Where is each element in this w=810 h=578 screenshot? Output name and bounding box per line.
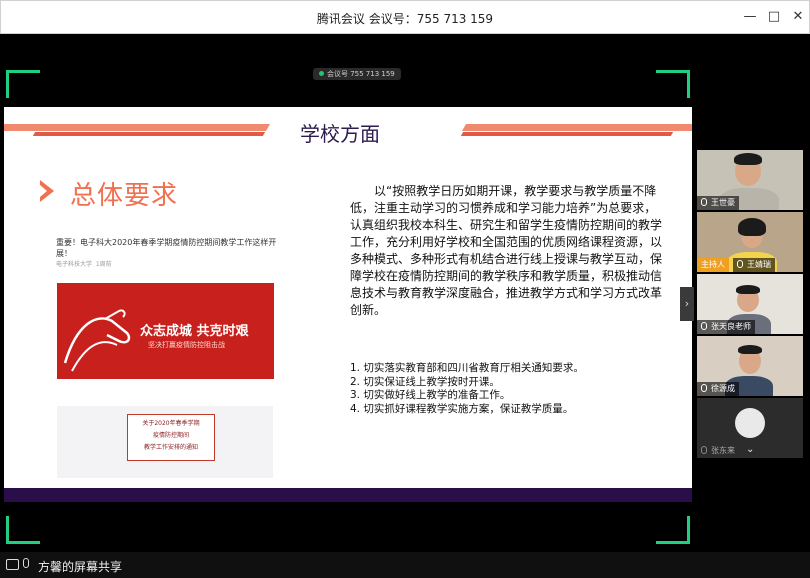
news-time: 1周前 bbox=[95, 261, 112, 268]
decor-stripe bbox=[4, 124, 271, 131]
close-button[interactable]: ✕ bbox=[790, 9, 806, 25]
decor-stripe bbox=[461, 124, 692, 131]
next-page-icon[interactable]: › bbox=[680, 287, 694, 321]
mic-icon bbox=[701, 384, 707, 392]
notice-line: 教学工作安排的通知 bbox=[143, 444, 198, 451]
shared-slide: 学校方面 总体要求 重要！电子科大2020年春季学期疫情防控期间教学工作这样开展… bbox=[4, 107, 692, 502]
news-source: 电子科技大学 bbox=[56, 261, 93, 268]
slide-title: 学校方面 bbox=[300, 122, 380, 146]
mic-icon bbox=[701, 198, 707, 206]
banner-subtext: 坚决打赢疫情防控阻击战 bbox=[148, 341, 225, 349]
chevron-inner bbox=[40, 185, 47, 197]
participant-name: 徐源成 bbox=[697, 382, 739, 396]
connection-dot-icon bbox=[319, 71, 324, 76]
section-title: 总体要求 bbox=[70, 181, 179, 211]
notice-line: 疫情防控期间 bbox=[152, 432, 189, 439]
share-frame-corner bbox=[6, 516, 40, 544]
participant-name: 王婧瑞 bbox=[733, 258, 775, 272]
meeting-id-tag: 会议号 755 713 159 bbox=[313, 68, 401, 80]
minimize-button[interactable]: — bbox=[742, 9, 758, 25]
list-item: 4. 切实抓好课程教学实施方案，保证教学质量。 bbox=[350, 402, 574, 415]
mic-icon bbox=[701, 322, 707, 330]
decor-stripe bbox=[32, 132, 266, 136]
requirements-paragraph: 以“按照教学日历如期开课，教学要求与教学质量不降低，注重主动学习的习惯养成和学习… bbox=[350, 184, 663, 317]
participant-tile[interactable]: 主持人 王婧瑞 bbox=[697, 212, 803, 272]
requirements-list: 1. 切实落实教育部和四川省教育厅相关通知要求。 2. 切实保证线上教学按时开课… bbox=[350, 362, 650, 416]
participant-tile[interactable]: 徐源成 bbox=[697, 336, 803, 396]
participant-tile[interactable]: 张天良老师 bbox=[697, 274, 803, 334]
share-status-bar: 方馨的屏幕共享 bbox=[0, 552, 810, 578]
participant-name: 王世豪 bbox=[697, 196, 739, 210]
participant-name: 张东来 bbox=[697, 444, 739, 458]
participant-name: 张天良老师 bbox=[697, 320, 755, 334]
share-label: 方馨的屏幕共享 bbox=[38, 560, 123, 574]
avatar bbox=[735, 408, 765, 438]
share-frame-corner bbox=[656, 516, 690, 544]
participant-list: 王世豪 主持人 王婧瑞 张天良老师 徐源成 张东来 ⌄ bbox=[697, 150, 803, 470]
share-frame-corner bbox=[656, 70, 690, 98]
maximize-button[interactable]: □ bbox=[766, 9, 782, 25]
mic-icon[interactable] bbox=[23, 558, 29, 568]
banner-text: 众志成城 共克时艰 bbox=[140, 324, 249, 339]
notice-line: 关于2020年春季学期 bbox=[142, 420, 200, 427]
list-item: 2. 切实保证线上教学按时开课。 bbox=[350, 375, 500, 388]
window-title: 腾讯会议 会议号：755 713 159 bbox=[316, 12, 494, 26]
slide-footer-bar bbox=[4, 488, 692, 502]
share-frame-corner bbox=[6, 70, 40, 98]
meeting-id-text: 会议号 755 713 159 bbox=[327, 70, 395, 78]
chevron-down-icon[interactable]: ⌄ bbox=[746, 444, 756, 455]
news-banner-image: 众志成城 共克时艰 坚决打赢疫情防控阻击战 bbox=[57, 283, 274, 379]
mic-icon bbox=[737, 260, 743, 268]
notice-box: 关于2020年春季学期 疫情防控期间 教学工作安排的通知 bbox=[127, 414, 215, 461]
news-headline: 重要！电子科大2020年春季学期疫情防控期间教学工作这样开展！ bbox=[56, 238, 277, 258]
decor-stripe bbox=[460, 132, 674, 136]
notice-card-image: 关于2020年春季学期 疫情防控期间 教学工作安排的通知 bbox=[57, 406, 273, 478]
host-badge: 主持人 bbox=[697, 258, 729, 272]
participant-tile[interactable]: 王世豪 bbox=[697, 150, 803, 210]
window-titlebar: 腾讯会议 会议号：755 713 159 — □ ✕ bbox=[0, 0, 810, 34]
list-item: 3. 切实做好线上教学的准备工作。 bbox=[350, 389, 511, 401]
news-meta: 电子科技大学 1周前 bbox=[56, 259, 112, 268]
share-screen-icon[interactable] bbox=[6, 559, 19, 570]
mic-icon bbox=[701, 446, 707, 454]
list-item: 1. 切实落实教育部和四川省教育厅相关通知要求。 bbox=[350, 362, 584, 374]
